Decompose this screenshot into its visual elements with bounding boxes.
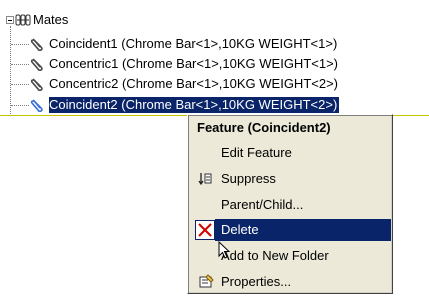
mate-paperclip-icon xyxy=(30,37,44,52)
mates-folder-label[interactable]: Mates xyxy=(33,12,68,28)
tree-item-coincident2[interactable]: Coincident2 (Chrome Bar<1>,10KG WEIGHT<2… xyxy=(0,97,429,113)
menu-item-delete[interactable]: Delete xyxy=(215,219,391,241)
mate-paperclip-icon xyxy=(30,98,44,113)
menu-item-parent-child[interactable]: Parent/Child... xyxy=(191,194,391,216)
context-menu: Feature (Coincident2) Edit Feature Suppr… xyxy=(187,114,393,294)
collapse-toggle[interactable] xyxy=(6,16,14,24)
menu-header: Feature (Coincident2) xyxy=(197,120,331,135)
tree-item-coincident1[interactable]: Coincident1 (Chrome Bar<1>,10KG WEIGHT<1… xyxy=(0,36,429,52)
menu-item-edit-feature[interactable]: Edit Feature xyxy=(191,142,391,164)
mate-paperclip-icon xyxy=(30,77,44,92)
delete-x-icon xyxy=(195,220,215,240)
mate-paperclip-icon xyxy=(30,57,44,72)
tree-item-concentric1[interactable]: Concentric1 (Chrome Bar<1>,10KG WEIGHT<1… xyxy=(0,56,429,72)
tree-item-concentric2[interactable]: Concentric2 (Chrome Bar<1>,10KG WEIGHT<2… xyxy=(0,76,429,92)
menu-item-properties[interactable]: Properties... xyxy=(191,271,391,293)
mates-folder-icon xyxy=(15,13,32,27)
feature-tree: Mates Coincident1 (Chrome Bar<1>,10KG WE… xyxy=(0,0,429,120)
mouse-pointer-icon xyxy=(218,240,231,260)
properties-icon xyxy=(198,274,214,290)
suppress-icon xyxy=(198,171,214,187)
menu-item-suppress[interactable]: Suppress xyxy=(191,168,391,190)
